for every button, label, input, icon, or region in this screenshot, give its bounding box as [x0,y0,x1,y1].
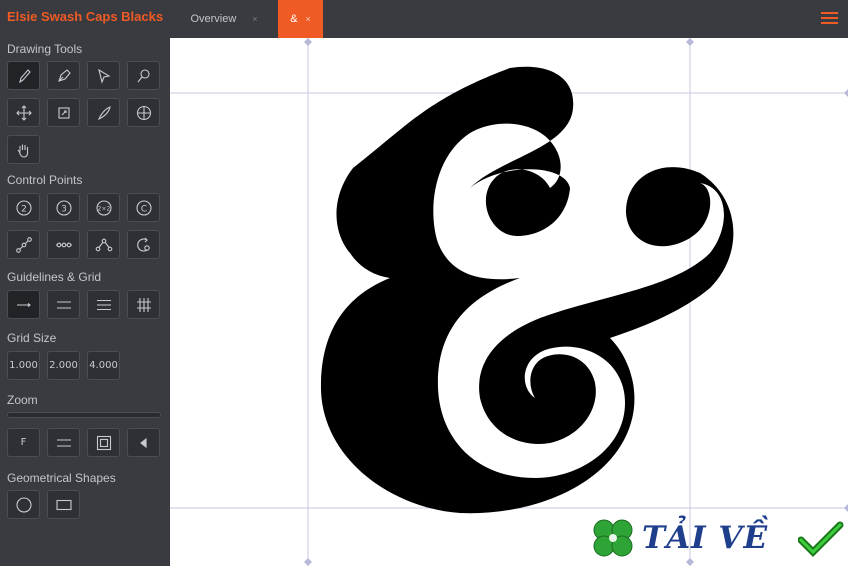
horizontal-points-icon [55,242,72,247]
circle-icon [15,496,32,513]
guideline-double-button[interactable] [47,290,80,319]
circle-2-icon: 2 [15,199,32,216]
grid-toggle-button[interactable] [127,290,160,319]
compass-rotate-icon [136,105,151,120]
grid-icon [136,297,151,312]
rotate-tool-button[interactable] [127,98,160,127]
circle-2x2-icon: 2×2 [95,199,112,216]
pencil-tool-button[interactable] [7,61,40,90]
grid-size-4000-label: 4.000 [89,360,118,371]
control-point-2x2-button[interactable]: 2×2 [87,193,120,222]
guide-handle[interactable] [844,504,848,512]
circle-3-icon: 3 [55,199,72,216]
tab-glyph-close-icon[interactable]: × [306,14,311,24]
section-geometrical-shapes: Geometrical Shapes [7,471,116,485]
double-lines-icon [56,300,71,309]
pen-nib-icon [57,68,71,82]
horizontal-points-button[interactable] [47,230,80,259]
ampersand-outline[interactable] [320,66,734,514]
clover-icon [593,519,633,557]
control-point-c-label: C [140,204,146,214]
zoom-fit-label: F [20,437,27,448]
watermark: TẢI VỀ [588,512,848,566]
app-title: Elsie Swash Caps Blacks [7,9,164,24]
tab-bar: Overview × & × [170,0,848,38]
magnifier-tool-button[interactable] [127,61,160,90]
tab-glyph-label: & [290,13,298,25]
hand-tool-button[interactable] [7,135,40,164]
watermark-text: TẢI VỀ [642,520,769,556]
zoom-width-button[interactable] [47,428,80,457]
frame-icon [96,435,111,450]
reverse-direction-button[interactable] [127,230,160,259]
section-control-points: Control Points [7,173,83,187]
rectangle-icon [55,499,72,510]
hamburger-menu-icon[interactable] [821,12,838,26]
scale-icon [57,106,70,119]
grid-size-2000-label: 2.000 [49,360,78,371]
scale-tool-button[interactable] [47,98,80,127]
curve-points-button[interactable] [87,230,120,259]
zoom-slider[interactable] [7,412,161,418]
control-point-2-label: 2 [21,204,27,214]
tab-overview-label: Overview [190,13,237,25]
guideline-triple-button[interactable] [87,290,120,319]
control-point-2x2-label: 2×2 [97,205,110,212]
circle-shape-button[interactable] [7,490,40,519]
collapse-button[interactable] [127,428,160,457]
control-point-c-button[interactable]: C [127,193,160,222]
guide-handle[interactable] [304,558,312,566]
circle-c-icon: C [135,199,152,216]
guide-handle[interactable] [844,89,848,97]
line-points-button[interactable] [7,230,40,259]
section-guidelines-grid: Guidelines & Grid [7,270,102,284]
grid-size-2000-button[interactable]: 2.000 [47,351,80,380]
control-point-2-button[interactable]: 2 [7,193,40,222]
tab-glyph[interactable]: & × [278,0,323,38]
magnifier-icon [137,68,150,82]
section-drawing-tools: Drawing Tools [7,42,83,56]
guide-handle[interactable] [686,38,694,46]
guide-handle[interactable] [304,38,312,46]
curve-points-icon [95,238,112,251]
select-tool-button[interactable] [87,61,120,90]
knife-tool-button[interactable] [87,98,120,127]
rectangle-shape-button[interactable] [47,490,80,519]
knife-icon [97,105,111,120]
triangle-left-icon [139,437,147,448]
tab-overview-close-icon[interactable]: × [252,14,257,24]
sidebar: Elsie Swash Caps Blacks Drawing Tools Co… [0,0,170,566]
ampersand-glyph [320,66,734,514]
tab-overview[interactable]: Overview × [170,0,278,38]
move-arrows-icon [15,104,32,121]
control-point-3-label: 3 [61,204,67,214]
arrow-cursor-icon [97,68,111,84]
zoom-frame-button[interactable] [87,428,120,457]
pencil-icon [18,68,31,83]
grid-size-1000-button[interactable]: 1.000 [7,351,40,380]
guideline-single-button[interactable] [7,290,40,319]
checkmark-icon [798,521,844,557]
grid-size-1000-label: 1.000 [9,360,38,371]
pen-tool-button[interactable] [47,61,80,90]
glyph-canvas[interactable] [170,38,848,566]
reverse-icon [136,237,150,252]
single-line-icon [16,302,31,307]
fit-width-icon [56,438,71,447]
hand-icon [17,144,28,158]
section-zoom: Zoom [7,393,38,407]
glyph-editor-svg [170,38,848,566]
triple-lines-icon [96,299,111,310]
section-grid-size: Grid Size [7,331,57,345]
diagonal-points-icon [15,236,32,253]
move-tool-button[interactable] [7,98,40,127]
grid-size-4000-button[interactable]: 4.000 [87,351,120,380]
zoom-fit-button[interactable]: F [7,428,40,457]
control-point-3-button[interactable]: 3 [47,193,80,222]
